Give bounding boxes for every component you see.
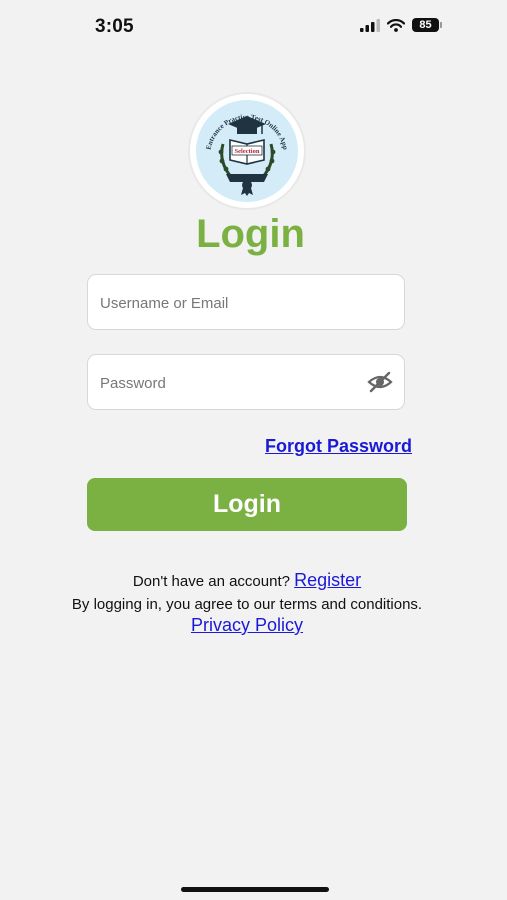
privacy-policy-link[interactable]: Privacy Policy: [191, 615, 303, 635]
home-indicator[interactable]: [181, 887, 329, 892]
password-field[interactable]: [87, 354, 405, 411]
eye-off-icon[interactable]: [366, 370, 394, 394]
login-button[interactable]: Login: [87, 478, 407, 531]
school-crest-logo-icon: Entrance Practice Test Online App Select…: [196, 100, 298, 202]
page-title: Login: [196, 212, 305, 256]
signup-line: Don't have an account? Register: [0, 570, 494, 591]
logo-book-text: Selection: [235, 148, 260, 155]
signup-prompt: Don't have an account?: [132, 573, 290, 590]
register-link[interactable]: Register: [294, 570, 361, 590]
battery-icon: 85: [412, 18, 442, 32]
username-field[interactable]: [87, 274, 405, 331]
password-input[interactable]: [98, 355, 362, 411]
forgot-password-link[interactable]: Forgot Password: [265, 436, 412, 457]
status-bar: 3:05 85: [0, 0, 507, 56]
terms-text: By logging in, you agree to our terms an…: [71, 596, 423, 613]
signal-icon: [360, 18, 380, 32]
status-icons: 85: [360, 18, 442, 32]
app-logo: Entrance Practice Test Online App Select…: [190, 94, 304, 208]
battery-level: 85: [419, 19, 432, 31]
wifi-icon: [387, 18, 405, 32]
privacy-policy-row: Privacy Policy: [0, 615, 494, 636]
status-time: 3:05: [95, 16, 134, 37]
username-input[interactable]: [98, 275, 362, 331]
